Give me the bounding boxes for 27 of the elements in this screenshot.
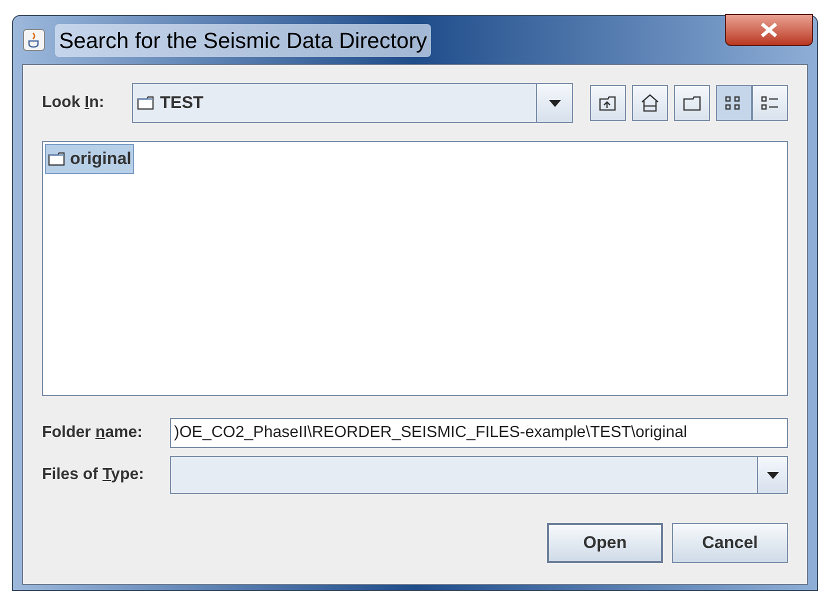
field-label: Look In: bbox=[42, 94, 104, 111]
folder-name-field[interactable]: )OE_CO2_PhaseII\REORDER_SEISMIC_FILES-example\TEST\original bbox=[170, 418, 788, 448]
folder-icon bbox=[137, 96, 155, 110]
field-label: Folder name: bbox=[42, 423, 144, 443]
caret-icon bbox=[548, 100, 560, 106]
folder-icon bbox=[48, 152, 66, 166]
caret-icon bbox=[766, 472, 778, 478]
java-cup-icon bbox=[23, 29, 45, 51]
dialog-button[interactable]: Cancel bbox=[672, 523, 788, 563]
dropdown-value: TEST bbox=[160, 92, 204, 114]
look-in-dropdown[interactable]: TEST bbox=[132, 83, 573, 123]
close-button[interactable] bbox=[725, 14, 813, 46]
toolbar-button[interactable] bbox=[752, 85, 788, 121]
file-type-dropdown[interactable] bbox=[170, 456, 788, 494]
dialog-button[interactable]: Open bbox=[547, 523, 663, 563]
folder-icon bbox=[683, 96, 701, 110]
close-icon bbox=[760, 22, 778, 38]
toolbar-button[interactable] bbox=[590, 85, 626, 121]
toolbar-button[interactable] bbox=[674, 85, 710, 121]
file-item[interactable]: original bbox=[45, 144, 134, 174]
toolbar-button[interactable] bbox=[716, 85, 752, 121]
folder-up-icon bbox=[599, 95, 617, 111]
window-title: Search for the Seismic Data Directory bbox=[55, 24, 432, 56]
home-icon bbox=[641, 94, 659, 112]
field-label: Files of Type: bbox=[42, 465, 145, 485]
details-view-icon bbox=[761, 95, 779, 111]
toolbar-button[interactable] bbox=[632, 85, 668, 121]
